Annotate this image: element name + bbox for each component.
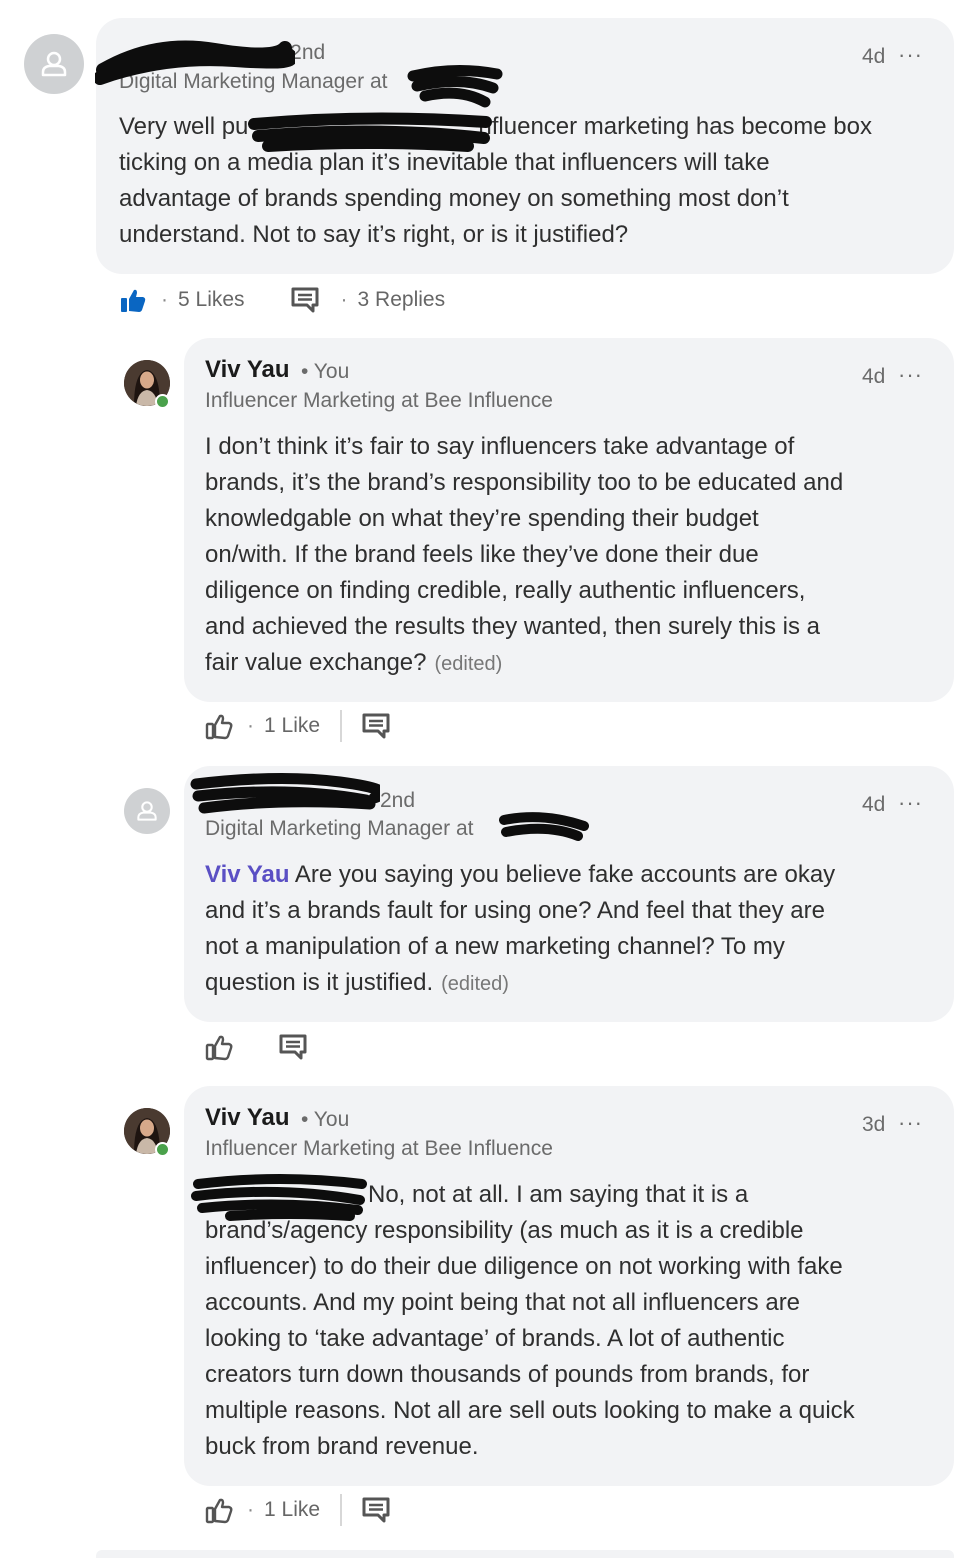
comment-timestamp: 4d xyxy=(862,45,886,68)
comment-line: and achieved the results they wanted, th… xyxy=(205,613,821,640)
more-options-button[interactable]: ··· xyxy=(898,362,923,388)
edited-label: (edited) xyxy=(434,653,503,675)
comment-line: buck from brand revenue. xyxy=(205,1433,479,1460)
more-options-button[interactable]: ··· xyxy=(898,1110,923,1136)
separator-dot: · xyxy=(247,1498,254,1521)
person-outline-icon xyxy=(41,51,67,77)
thumbs-up-filled-icon[interactable] xyxy=(119,286,147,314)
redaction-mark xyxy=(499,812,589,841)
comment-line: looking to ‘take advantage’ of brands. A… xyxy=(205,1325,785,1352)
redaction-mark xyxy=(407,64,503,108)
comment-actions: · 1 Like xyxy=(205,1494,390,1526)
commenter-name[interactable]: Viv Yau xyxy=(205,1104,290,1132)
comment-text: I don’t think it’s fair to say influence… xyxy=(205,429,940,682)
commenter-headline: Influencer Marketing at Bee Influence xyxy=(205,1137,553,1160)
redaction-mark xyxy=(190,772,380,814)
comment-actions: · 5 Likes · 3 Replies xyxy=(119,285,445,315)
comment-line: brands, it’s the brand’s responsibility … xyxy=(205,469,844,496)
online-status-indicator xyxy=(155,1142,170,1157)
comment-actions: · 1 Like xyxy=(205,710,390,742)
comment-line: ticking on a media plan it’s inevitable … xyxy=(119,149,770,176)
action-divider xyxy=(340,1494,343,1526)
comment-line: Very well pu nfluencer marketing has beco… xyxy=(119,113,872,140)
comment-line: and it’s a brands fault for using one? A… xyxy=(205,897,825,924)
connection-degree: • You xyxy=(301,360,350,383)
thumbs-up-outline-icon[interactable] xyxy=(205,1033,233,1061)
more-options-button[interactable]: ··· xyxy=(898,790,923,816)
commenter-headline: Influencer Marketing at Bee Influence xyxy=(205,389,553,412)
comment-timestamp: 3d xyxy=(862,1113,886,1136)
like-count[interactable]: 1 Like xyxy=(264,714,320,738)
comment-text: Very well pu nfluencer marketing has beco… xyxy=(119,109,939,253)
redaction-mark xyxy=(191,1174,367,1221)
comment-line: multiple reasons. Not all are sell outs … xyxy=(205,1397,855,1424)
comment-line: not a manipulation of a new marketing ch… xyxy=(205,933,785,960)
comment-line: knowledgable on what they’re spending th… xyxy=(205,505,759,532)
comment-text: Viv Yau Are you saying you believe fake … xyxy=(205,857,940,1002)
reply-count[interactable]: 3 Replies xyxy=(358,288,446,312)
online-status-indicator xyxy=(155,394,170,409)
redaction-mark xyxy=(95,40,295,85)
action-divider xyxy=(340,710,343,742)
commenter-headline: Digital Marketing Manager at xyxy=(205,817,474,840)
comment-line: fair value exchange? (edited) xyxy=(205,649,503,676)
comment-line: diligence on finding credible, really au… xyxy=(205,577,806,604)
comment-icon[interactable] xyxy=(362,713,390,739)
thumbs-up-outline-icon[interactable] xyxy=(205,1496,233,1524)
comment-line: question is it justified. (edited) xyxy=(205,969,509,996)
next-comment-edge xyxy=(96,1550,954,1558)
like-count[interactable]: 5 Likes xyxy=(178,288,245,312)
comment-line: Viv Yau Are you saying you believe fake … xyxy=(205,861,836,888)
comment-icon[interactable] xyxy=(279,1034,307,1060)
mention-link[interactable]: Viv Yau xyxy=(205,861,290,888)
thumbs-up-outline-icon[interactable] xyxy=(205,712,233,740)
comment-line: I don’t think it’s fair to say influence… xyxy=(205,433,795,460)
comment-icon[interactable] xyxy=(291,287,319,313)
more-options-button[interactable]: ··· xyxy=(898,42,923,68)
comment-line: influencer) to do their due diligence on… xyxy=(205,1253,843,1280)
comment-icon[interactable] xyxy=(362,1497,390,1523)
redaction-mark xyxy=(248,112,492,152)
comment-line: creators turn down thousands of pounds f… xyxy=(205,1361,810,1388)
separator-dot: · xyxy=(247,714,254,737)
commenter-name[interactable]: Viv Yau xyxy=(205,356,290,384)
comment-actions xyxy=(205,1032,307,1062)
avatar[interactable] xyxy=(24,34,84,94)
separator-dot: · xyxy=(340,288,348,311)
comment-timestamp: 4d xyxy=(862,793,886,816)
avatar[interactable] xyxy=(124,788,170,834)
person-outline-icon xyxy=(137,801,157,821)
connection-degree: • You xyxy=(301,1108,350,1131)
comment-line: accounts. And my point being that not al… xyxy=(205,1289,801,1316)
connection-degree: 2nd xyxy=(380,789,416,812)
edited-label: (edited) xyxy=(441,973,509,995)
comment-line: on/with. If the brand feels like they’ve… xyxy=(205,541,759,568)
comment-line: advantage of brands spending money on so… xyxy=(119,185,789,212)
comment-timestamp: 4d xyxy=(862,365,886,388)
comment-line: understand. Not to say it’s right, or is… xyxy=(119,221,629,248)
like-count[interactable]: 1 Like xyxy=(264,1498,320,1522)
separator-dot: · xyxy=(161,288,168,311)
